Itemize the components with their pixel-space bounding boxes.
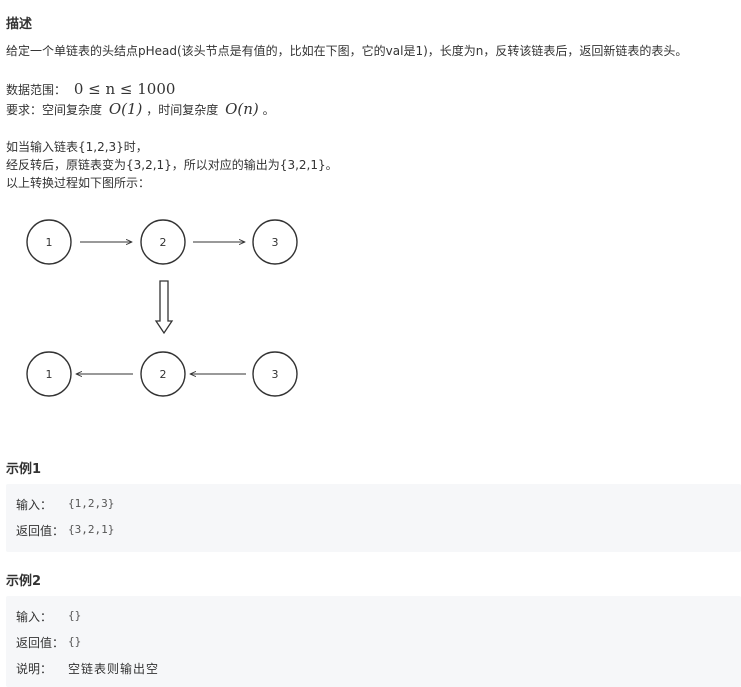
data-range-line: 数据范围： 0 ≤ n ≤ 1000 bbox=[6, 80, 175, 98]
example-2-return-value: {} bbox=[68, 635, 82, 648]
space-complexity: O(1) bbox=[108, 100, 143, 118]
description-intro: 给定一个单链表的头结点pHead(该头节点是有值的，比如在下图，它的val是1)… bbox=[6, 44, 688, 58]
requirement-mid: ，时间复杂度 bbox=[146, 103, 219, 117]
example-text-line-1: 如当输入链表{1,2,3}时， bbox=[6, 140, 148, 154]
example-text-line-3: 以上转换过程如下图所示： bbox=[6, 176, 151, 190]
description-heading: 描述 bbox=[6, 17, 33, 32]
example-2-return-label: 返回值： bbox=[16, 636, 65, 650]
example-2-heading: 示例2 bbox=[6, 574, 42, 589]
example-text-line-2: 经反转后，原链表变为{3,2,1}，所以对应的输出为{3,2,1}。 bbox=[6, 158, 338, 172]
time-complexity: O(n) bbox=[225, 100, 259, 118]
requirement-label: 要求：空间复杂度 bbox=[6, 103, 103, 117]
top-node-3-label: 3 bbox=[272, 236, 279, 249]
bottom-node-1-label: 1 bbox=[46, 368, 53, 381]
top-node-2-label: 2 bbox=[160, 236, 167, 249]
example-1-input-label: 输入： bbox=[16, 498, 53, 512]
bottom-node-2-label: 2 bbox=[160, 368, 167, 381]
example-1-input-value: {1,2,3} bbox=[68, 497, 115, 510]
requirement-line: 要求：空间复杂度 O(1) ，时间复杂度 O(n) 。 bbox=[6, 100, 275, 118]
data-range-formula: 0 ≤ n ≤ 1000 bbox=[73, 80, 176, 98]
example-1-return-label: 返回值： bbox=[16, 524, 65, 538]
bottom-node-3-label: 3 bbox=[272, 368, 279, 381]
example-2-input-value: {} bbox=[68, 609, 82, 622]
example-1-return-value: {3,2,1} bbox=[68, 523, 115, 536]
example-2-note-value: 空链表则输出空 bbox=[68, 662, 160, 676]
example-2-box: 输入： {} 返回值： {} 说明： 空链表则输出空 bbox=[6, 596, 741, 687]
example-1-box: 输入： {1,2,3} 返回值： {3,2,1} bbox=[6, 484, 741, 552]
transform-down-arrow bbox=[154, 280, 174, 335]
top-node-1-label: 1 bbox=[46, 236, 53, 249]
linked-list-diagram: 1 2 3 1 2 3 bbox=[26, 219, 298, 397]
requirement-end: 。 bbox=[262, 103, 275, 117]
example-2-note-label: 说明： bbox=[16, 662, 53, 676]
data-range-label: 数据范围： bbox=[6, 83, 67, 97]
example-1-heading: 示例1 bbox=[6, 462, 42, 477]
example-2-input-label: 输入： bbox=[16, 610, 53, 624]
